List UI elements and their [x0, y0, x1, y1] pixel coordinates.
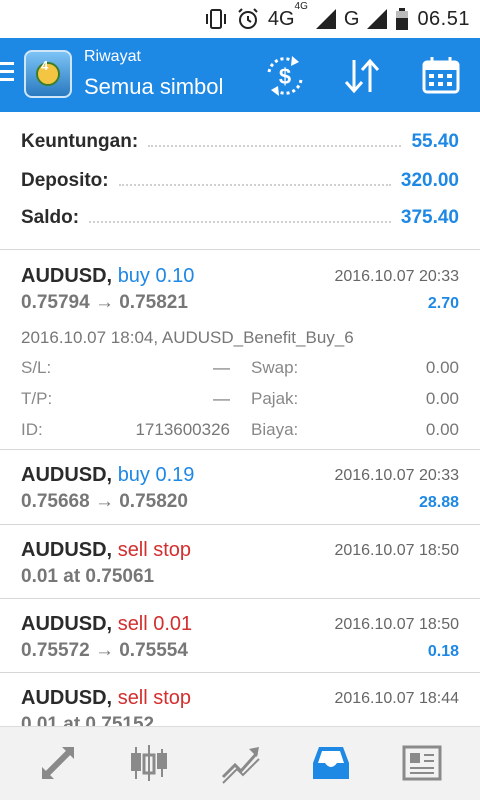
symbol-filter[interactable]: Semua simbol: [84, 74, 223, 100]
deal-action: buy 0.19: [117, 464, 195, 486]
dotted-leader: [118, 184, 391, 186]
summary-row-deposit: Deposito: 320.00: [21, 167, 459, 195]
deal-comment: 2016.10.07 18:04, AUDUSD_Benefit_Buy_6: [21, 328, 354, 347]
app-toolbar: 4 Riwayat Semua simbol $: [0, 38, 480, 112]
deal-title: AUDUSD, sell stop: [21, 539, 191, 562]
summary-row-profit: Keuntungan: 55.40: [21, 128, 459, 156]
deal-action: sell stop: [117, 539, 192, 561]
summary-label: Saldo:: [21, 207, 80, 228]
deal-time: 2016.10.07 20:33: [334, 467, 459, 484]
svg-text:$: $: [279, 64, 291, 89]
signal-icon-2: [367, 9, 388, 29]
deal-item[interactable]: AUDUSD, sell 0.01 2016.10.07 18:50 0.755…: [0, 599, 480, 673]
summary-value: 55.40: [411, 131, 459, 152]
dotted-leader: [148, 145, 402, 147]
sl-value: —: [213, 358, 230, 377]
deal-action: buy 0.10: [117, 265, 195, 287]
chart-icon[interactable]: [127, 741, 171, 785]
toolbar-title: Riwayat: [84, 48, 141, 65]
deal-time: 2016.10.07 18:44: [334, 690, 459, 707]
swap-label: Swap:: [251, 358, 299, 377]
deal-symbol: AUDUSD,: [21, 464, 113, 486]
deal-title: AUDUSD, sell stop: [21, 687, 191, 710]
calendar-icon[interactable]: [419, 54, 463, 98]
alarm-icon: [238, 8, 258, 29]
id-label: ID:: [21, 420, 43, 439]
swap-value: 0.00: [425, 358, 459, 377]
summary-label: Deposito:: [21, 170, 109, 191]
id-value: 1713600326: [135, 420, 230, 439]
fee-label: Biaya:: [251, 420, 299, 439]
quotes-icon[interactable]: [36, 741, 80, 785]
deal-prices: 0.01 at 0.75152: [21, 714, 155, 726]
deal-time: 2016.10.07 18:50: [334, 542, 459, 559]
deal-profit: 28.88: [418, 494, 459, 511]
tp-label: T/P:: [21, 389, 53, 408]
news-icon[interactable]: [400, 741, 444, 785]
app-logo[interactable]: 4: [24, 50, 72, 98]
signal-icon: [315, 9, 336, 29]
network-secondary-label: G: [343, 7, 360, 30]
deal-symbol: AUDUSD,: [21, 687, 113, 709]
deal-prices: 0.75794 → 0.75821: [21, 292, 188, 313]
deal-prices: 0.75668 → 0.75820: [21, 491, 188, 512]
deal-prices: 0.01 at 0.75061: [21, 566, 155, 587]
summary-label: Keuntungan:: [21, 131, 139, 152]
bottom-navigation: [0, 726, 480, 800]
sort-icon[interactable]: [340, 54, 384, 98]
menu-icon[interactable]: [0, 62, 16, 88]
deal-item[interactable]: AUDUSD, sell stop 2016.10.07 18:50 0.01 …: [0, 525, 480, 599]
deal-profit: 0.18: [427, 643, 459, 660]
deal-action: sell stop: [117, 687, 192, 709]
deal-time: 2016.10.07 20:33: [334, 268, 459, 285]
sl-label: S/L:: [21, 358, 52, 377]
deal-symbol: AUDUSD,: [21, 265, 113, 287]
tax-label: Pajak:: [251, 389, 299, 408]
network-type-label: 4G4G: [267, 0, 308, 30]
deal-time: 2016.10.07 18:50: [334, 616, 459, 633]
history-icon[interactable]: [309, 741, 353, 785]
tp-value: —: [213, 389, 230, 408]
summary-row-balance: Saldo: 375.40: [21, 204, 459, 232]
summary-value: 375.40: [400, 207, 459, 228]
fee-value: 0.00: [425, 420, 459, 439]
dotted-leader: [89, 221, 391, 223]
clock: 06.51: [417, 7, 470, 30]
deal-action: sell 0.01: [117, 613, 193, 635]
deal-item[interactable]: AUDUSD, buy 0.19 2016.10.07 20:33 0.7566…: [0, 450, 480, 525]
status-bar: 4G4G G 06.51: [0, 0, 480, 38]
vibrate-icon: [205, 9, 226, 29]
currency-exchange-icon[interactable]: $: [263, 54, 307, 98]
deal-title: AUDUSD, sell 0.01: [21, 613, 192, 636]
battery-icon: [396, 8, 409, 30]
status-bar-icons: 4G4G G 06.51: [204, 0, 470, 32]
deal-profit: 2.70: [427, 295, 459, 312]
account-summary: Keuntungan: 55.40 Deposito: 320.00 Saldo…: [0, 112, 480, 250]
summary-value: 320.00: [400, 170, 459, 191]
deal-item-expanded[interactable]: AUDUSD, buy 0.10 2016.10.07 20:33 0.7579…: [0, 251, 480, 450]
deal-prices: 0.75572 → 0.75554: [21, 640, 188, 661]
deal-symbol: AUDUSD,: [21, 613, 113, 635]
deal-item[interactable]: AUDUSD, sell stop 2016.10.07 18:44 0.01 …: [0, 673, 480, 726]
deal-title: AUDUSD, buy 0.19: [21, 464, 194, 487]
deal-title: AUDUSD, buy 0.10: [21, 265, 194, 288]
tax-value: 0.00: [425, 389, 459, 408]
trade-icon[interactable]: [219, 741, 263, 785]
deal-symbol: AUDUSD,: [21, 539, 113, 561]
